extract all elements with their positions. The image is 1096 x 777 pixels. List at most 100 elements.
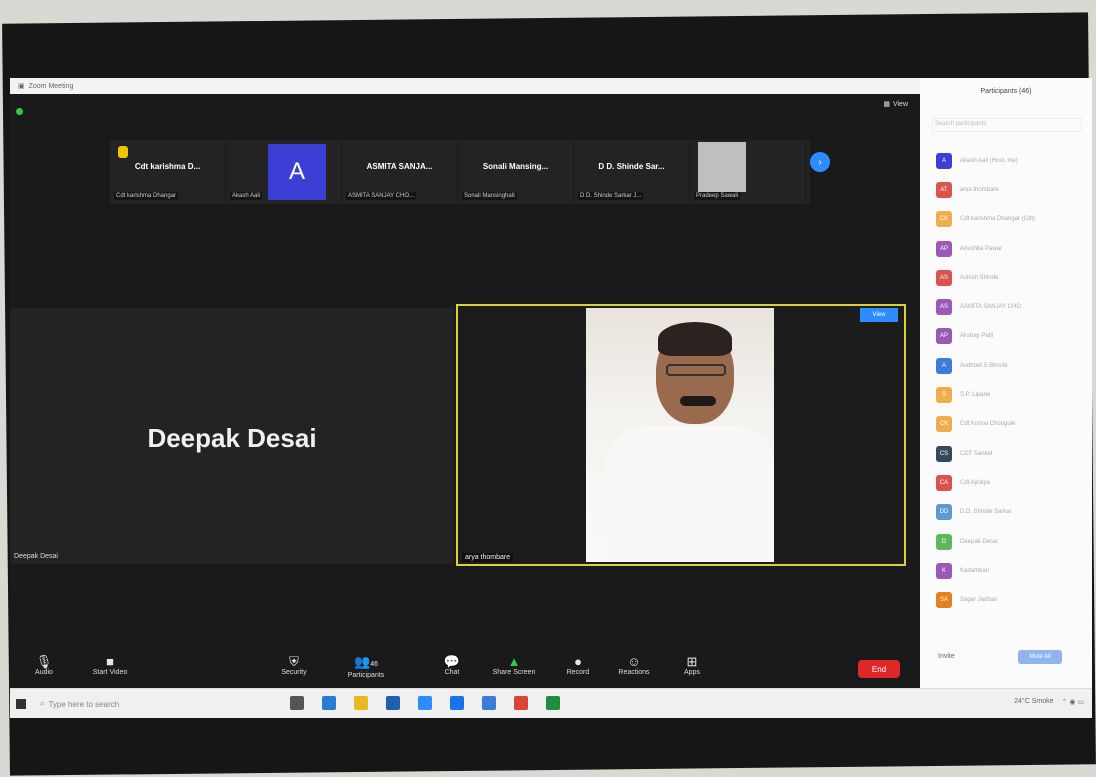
participant-row[interactable]: DD D.D. Shinde Sarkar (936, 498, 1035, 527)
raised-hand-icon (118, 146, 128, 158)
participant-label: arya thombare (462, 553, 514, 562)
next-page-arrow-icon[interactable]: › (810, 152, 830, 172)
share-screen-button[interactable]: ▲ Share Screen (484, 654, 544, 676)
thumbnail-tile[interactable]: Cdt karishma D... Cdt karishma Dhangar (110, 140, 226, 204)
thumbnail-name: Sonali Mansing... (482, 162, 549, 171)
zoom-icon[interactable] (418, 696, 432, 710)
participant-row[interactable]: CK Cdt karishma Dhangar (Cdt) (936, 205, 1035, 234)
participant-name: arya thombare (960, 186, 999, 193)
apps-icon: ⊞ (686, 654, 698, 669)
mute-all-button[interactable]: Mute All (1018, 650, 1062, 664)
participant-row[interactable]: A Avdhoot S Bhosle (936, 351, 1035, 380)
participant-row[interactable]: CK Cdt Komal Chougule (936, 410, 1035, 439)
zoom-meeting-area: ▦ View Cdt karishma D... Cdt karishma Dh… (10, 94, 920, 688)
video-feed (586, 308, 774, 562)
participant-row[interactable]: AS ASMITA SANJAY CHO (936, 292, 1035, 321)
thumbnail-name: ASMITA SANJA... (366, 162, 433, 171)
participant-row[interactable]: A Akash Aali (Host, me) (936, 146, 1035, 175)
apps-button[interactable]: ⊞ Apps (662, 654, 722, 676)
thumbnail-tile[interactable]: ASMITA SANJA... ASMITA SANJAY CHO... (342, 140, 458, 204)
participant-row[interactable]: CS CDT Sanket (936, 439, 1035, 468)
participant-name: CDT Sanket (960, 450, 993, 457)
participant-row[interactable]: AS Ashish Shinde (936, 263, 1035, 292)
participant-row[interactable]: D Deepak Desai (936, 527, 1035, 556)
window-title: Zoom Meeting (28, 82, 74, 90)
start-video-button[interactable]: ■ Start Video (80, 654, 140, 676)
participant-row[interactable]: S S.P. Lipane (936, 380, 1035, 409)
participant-name: Avdhoot S Bhosle (960, 362, 1008, 369)
security-button[interactable]: ⛨ Security (264, 654, 324, 676)
shield-icon: ⛨ (289, 654, 299, 669)
mail-icon[interactable] (450, 696, 464, 710)
people-icon: 👥46 (354, 654, 378, 669)
record-icon: ● (574, 654, 582, 669)
thumbnail-label: Pradeep Sawali (694, 192, 741, 200)
participant-name: D.D. Shinde Sarkar (960, 509, 1012, 516)
view-button[interactable]: ▦ View (883, 100, 908, 109)
end-meeting-button[interactable]: End (858, 660, 900, 678)
participant-name: ASMITA SANJAY CHO (960, 304, 1022, 311)
chat-button[interactable]: 💬 Chat (422, 654, 482, 676)
participants-panel: Participants (46) Search participants AA… (920, 78, 1092, 688)
avatar: CK (936, 416, 952, 433)
avatar: S (936, 387, 952, 404)
network-icon[interactable]: ⌃ ◉ ▭ (1062, 698, 1084, 706)
file-explorer-icon[interactable] (354, 696, 368, 710)
thumbnail-name: Cdt karishma D... (134, 162, 201, 171)
participant-search-input[interactable]: Search participants (932, 118, 1082, 132)
video-camera-icon: ■ (106, 654, 114, 669)
participant-name: Akshay Patil (960, 333, 994, 340)
thumbnail-tile[interactable]: A Akash Aali (226, 140, 342, 204)
store-icon[interactable] (386, 696, 400, 710)
participant-list: A Akash Aali (Host, me) AT arya thombare CK C… (936, 146, 1035, 615)
avatar: A (936, 152, 952, 169)
avatar: AS (936, 299, 952, 316)
chat-bubble-icon: 💬 (443, 654, 461, 669)
task-view-icon[interactable] (290, 696, 304, 710)
thumbnail-tile[interactable]: D D. Shinde Sar... D D. Shinde Sarkar J.… (574, 140, 690, 204)
participant-row[interactable]: AT arya thombare (936, 175, 1035, 204)
excel-icon[interactable] (546, 696, 560, 710)
video-options-button[interactable]: View (860, 308, 898, 322)
participant-row[interactable]: SA Sagar Jadhav (936, 585, 1035, 614)
avatar: AT (936, 181, 952, 198)
participants-button[interactable]: 👥46 Participants (336, 654, 396, 679)
meeting-toolbar: 🎙 Audio ■ Start Video ⛨ Security 👥46 Partici… (10, 650, 920, 688)
participant-name: Akash Aali (Host, me) (960, 157, 1018, 164)
reactions-button[interactable]: ☺ Reactions (604, 654, 664, 676)
thumbnail-tile[interactable]: Pradeep Sawali (690, 140, 806, 204)
participant-label: Deepak Desai (14, 553, 58, 560)
zoom-window-icon: ▣ (18, 83, 25, 90)
thumbnail-label: Akash Aali (230, 192, 263, 200)
participant-name: Cdt Ajinkya (960, 479, 991, 486)
participant-row[interactable]: CA Cdt Ajinkya (936, 468, 1035, 497)
word-icon[interactable] (482, 696, 496, 710)
avatar: AP (936, 328, 952, 345)
microphone-icon: 🎙 (35, 654, 53, 669)
chrome-icon[interactable] (514, 696, 528, 710)
windows-start-icon[interactable] (16, 699, 26, 709)
thumbnail-photo (698, 142, 746, 192)
active-video-tile[interactable]: View arya thombare (456, 304, 906, 566)
avatar: AP (936, 240, 952, 257)
emoji-icon: ☺ (627, 654, 641, 669)
participant-name: Ashish Shinde (960, 274, 999, 281)
avatar: CK (936, 211, 952, 228)
participant-row[interactable]: K Kadambari (936, 556, 1035, 585)
grid-icon: ▦ (883, 101, 890, 108)
invite-button[interactable]: Invite (938, 653, 955, 660)
speaker-tile-deepak[interactable]: Deepak Desai Deepak Desai (10, 308, 454, 564)
participant-row[interactable]: AP Akshay Patil (936, 322, 1035, 351)
avatar: AS (936, 269, 952, 286)
audio-button[interactable]: 🎙 Audio (14, 654, 74, 676)
participant-name: S.P. Lipane (960, 392, 991, 399)
avatar: CA (936, 474, 952, 491)
taskbar-search-input[interactable]: ⌕ Type here to search (34, 695, 274, 713)
record-button[interactable]: ● Record (548, 654, 608, 676)
window-titlebar: ▣ Zoom Meeting (10, 78, 920, 94)
edge-browser-icon[interactable] (322, 696, 336, 710)
avatar: K (936, 562, 952, 579)
thumbnail-tile[interactable]: Sonali Mansing... Sonali Mansinghati (458, 140, 574, 204)
system-tray: 24°C Smoke ⌃ ◉ ▭ (1014, 698, 1084, 706)
participant-row[interactable]: AP Anushka Pawar (936, 234, 1035, 263)
